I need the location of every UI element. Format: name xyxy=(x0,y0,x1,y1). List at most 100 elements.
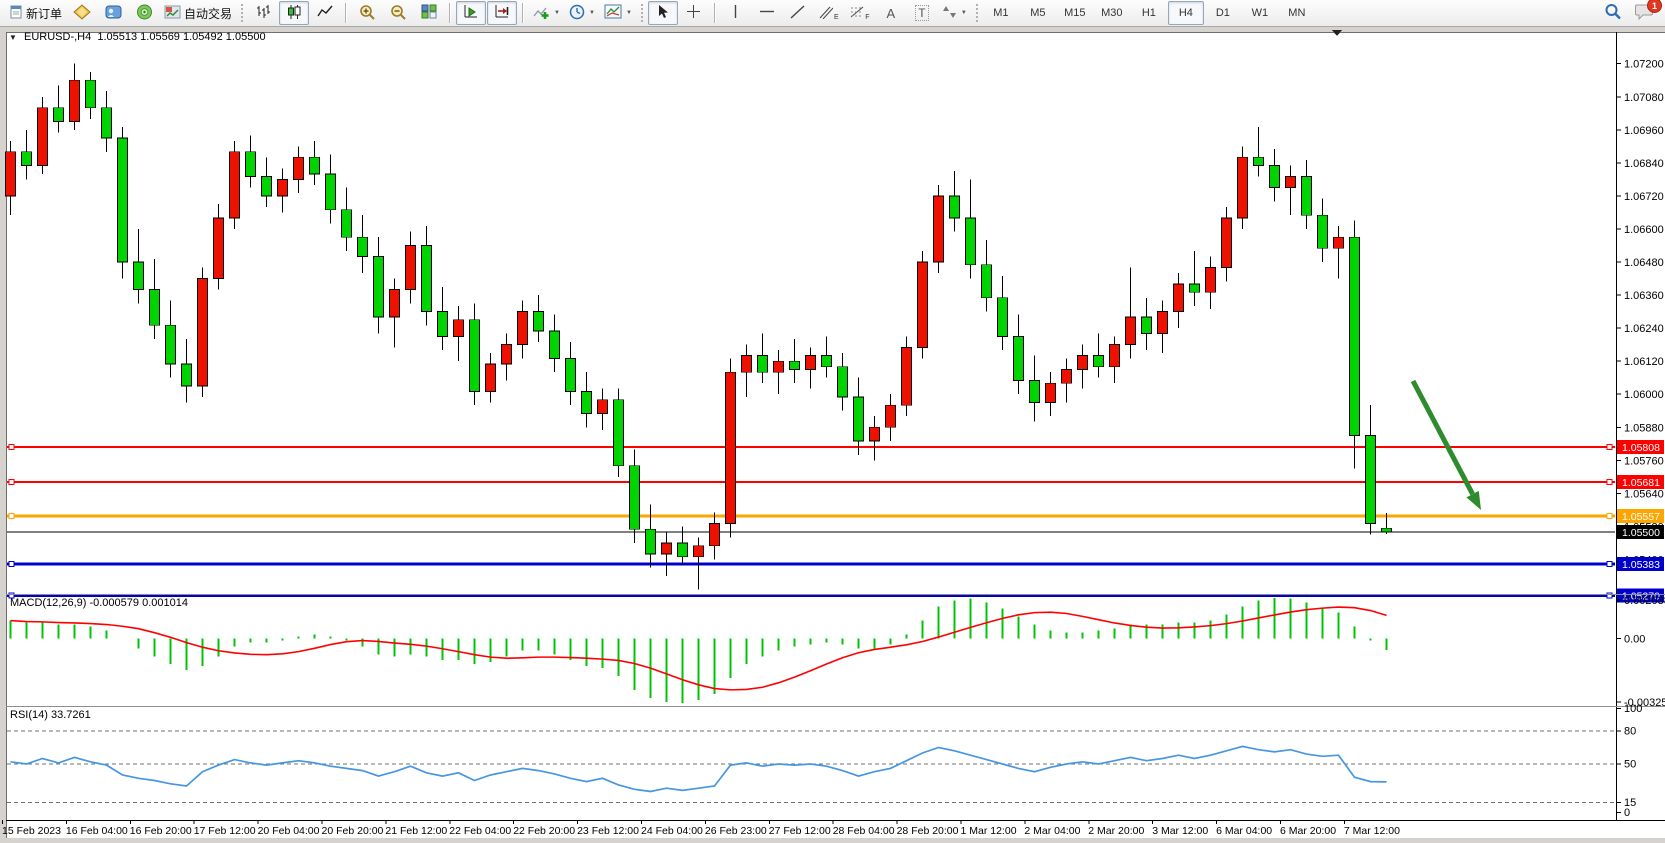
indicators-dropdown-arrow[interactable]: ▼ xyxy=(554,10,560,16)
timeframe-d1-button[interactable]: D1 xyxy=(1205,1,1241,25)
timeframe-w1-button[interactable]: W1 xyxy=(1242,1,1278,25)
candle xyxy=(150,290,160,326)
add-indicator-icon xyxy=(533,4,550,23)
candle xyxy=(1062,369,1072,383)
bar-chart-icon xyxy=(255,4,271,22)
chart-shift-button[interactable] xyxy=(487,1,517,25)
line-handle[interactable] xyxy=(1607,445,1612,450)
text-label-tool-button[interactable]: T xyxy=(907,1,937,25)
auto-scroll-button[interactable] xyxy=(456,1,486,25)
crosshair-tool-button[interactable] xyxy=(679,1,709,25)
one-click-trading-toggle[interactable]: ▼ xyxy=(9,33,17,42)
candle xyxy=(1190,284,1200,292)
candle xyxy=(1222,218,1232,268)
candle xyxy=(1238,157,1248,218)
candle xyxy=(1366,436,1376,524)
macd-label: MACD(12,26,9) -0.000579 0.001014 xyxy=(10,597,188,609)
periods-button[interactable]: ▼ xyxy=(565,1,599,25)
timeframe-m5-button[interactable]: M5 xyxy=(1020,1,1056,25)
line-handle[interactable] xyxy=(9,562,14,567)
macd-axis-label: 0.002038 xyxy=(1624,595,1665,607)
price-badge-text: 1.05808 xyxy=(1622,442,1660,454)
candle xyxy=(950,196,960,218)
data-window-button[interactable] xyxy=(98,1,128,25)
zoom-out-button[interactable] xyxy=(383,1,413,25)
candle xyxy=(902,347,912,405)
line-handle[interactable] xyxy=(9,480,14,485)
mt4-terminal: { "toolbar": { "new_order_label": "新订单",… xyxy=(0,0,1665,843)
timeframe-m15-button[interactable]: M15 xyxy=(1057,1,1093,25)
candle xyxy=(726,372,736,523)
cursor-tool-button[interactable] xyxy=(648,1,678,25)
time-tick-label: 7 Mar 12:00 xyxy=(1344,825,1400,837)
text-tool-button[interactable]: A xyxy=(876,1,906,25)
price-tick-label: 1.06720 xyxy=(1624,191,1664,203)
timeframe-h1-button[interactable]: H1 xyxy=(1131,1,1167,25)
candle xyxy=(822,356,832,367)
equidistant-channel-tool-button[interactable]: E xyxy=(814,1,844,25)
templates-button[interactable]: ▼ xyxy=(600,1,636,25)
candle xyxy=(102,108,112,138)
fibonacci-letter: F xyxy=(865,14,869,21)
notifications-button[interactable]: 1 xyxy=(1629,1,1659,25)
candle xyxy=(1030,380,1040,402)
fibonacci-tool-button[interactable]: F xyxy=(845,1,875,25)
line-handle[interactable] xyxy=(1607,593,1612,598)
horizontal-line-tool-button[interactable] xyxy=(752,1,782,25)
rsi-axis-label: 100 xyxy=(1624,703,1642,715)
timeframe-h4-button[interactable]: H4 xyxy=(1168,1,1204,25)
tile-windows-button[interactable] xyxy=(414,1,444,25)
candle xyxy=(710,524,720,546)
crosshair-icon xyxy=(686,4,701,22)
time-tick-label: 26 Feb 23:00 xyxy=(705,825,767,837)
vertical-line-tool-button[interactable] xyxy=(721,1,751,25)
arrows-dropdown-arrow[interactable]: ▼ xyxy=(961,10,967,16)
fibonacci-icon xyxy=(850,5,864,22)
price-badge-1.05808: 1.05808 xyxy=(1617,440,1664,454)
zoom-in-button[interactable] xyxy=(352,1,382,25)
templates-dropdown-arrow[interactable]: ▼ xyxy=(626,10,632,16)
autotrading-label: 自动交易 xyxy=(184,5,232,22)
line-handle[interactable] xyxy=(1607,562,1612,567)
search-button[interactable] xyxy=(1598,1,1628,25)
candle xyxy=(1286,177,1296,188)
timeframe-m30-button[interactable]: M30 xyxy=(1094,1,1130,25)
time-tick-label: 2 Mar 04:00 xyxy=(1024,825,1080,837)
indicators-button[interactable]: ▼ xyxy=(529,1,564,25)
chart-candles-button[interactable] xyxy=(279,1,309,25)
line-handle[interactable] xyxy=(9,514,14,519)
new-order-label: 新订单 xyxy=(26,5,62,22)
chart-line-button[interactable] xyxy=(310,1,340,25)
time-tick-label: 15 Feb 2023 xyxy=(2,825,61,837)
chart-bars-button[interactable] xyxy=(248,1,278,25)
trendline-tool-button[interactable] xyxy=(783,1,813,25)
line-handle[interactable] xyxy=(1607,514,1612,519)
price-tick-label: 1.05760 xyxy=(1624,455,1664,467)
line-chart-icon xyxy=(317,4,333,22)
arrows-tool-button[interactable]: ▼ xyxy=(938,1,971,25)
candle xyxy=(134,262,144,290)
candle xyxy=(214,218,224,279)
navigator-button[interactable] xyxy=(129,1,159,25)
new-order-button[interactable]: 新订单 xyxy=(6,1,66,25)
timeframe-mn-button[interactable]: MN xyxy=(1279,1,1315,25)
autotrading-button[interactable]: 自动交易 xyxy=(160,1,236,25)
line-handle[interactable] xyxy=(1607,480,1612,485)
market-watch-button[interactable] xyxy=(67,1,97,25)
price-tick-label: 1.06000 xyxy=(1624,389,1664,401)
candle xyxy=(230,152,240,218)
candle xyxy=(806,356,816,370)
timeframe-m1-button[interactable]: M1 xyxy=(983,1,1019,25)
line-handle[interactable] xyxy=(9,445,14,450)
periods-dropdown-arrow[interactable]: ▼ xyxy=(589,10,595,16)
candle xyxy=(278,179,288,196)
time-tick-label: 6 Mar 20:00 xyxy=(1280,825,1336,837)
candle xyxy=(1270,166,1280,188)
candle xyxy=(294,157,304,179)
clock-icon xyxy=(569,4,585,23)
toolbar-grip xyxy=(976,4,978,22)
candle xyxy=(1094,356,1104,367)
cursor-icon xyxy=(656,4,669,22)
price-tick-label: 1.06240 xyxy=(1624,323,1664,335)
candle xyxy=(934,196,944,262)
